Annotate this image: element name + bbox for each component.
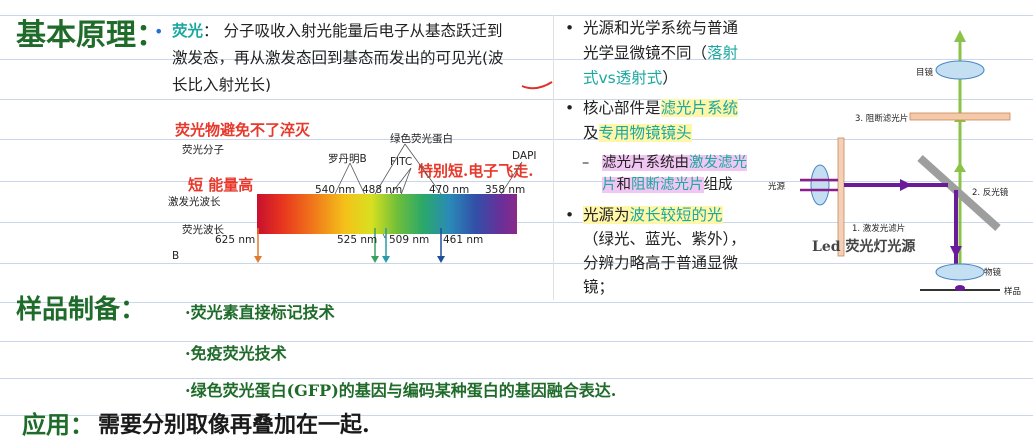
specimen-label: 样品 bbox=[1004, 287, 1022, 297]
fluorescence-term: 荧光 bbox=[172, 22, 204, 40]
principle-heading: 基本原理： bbox=[16, 18, 166, 53]
eyepiece-label: 目镜 bbox=[916, 68, 934, 78]
bullet-dot: • bbox=[154, 22, 164, 41]
definition-line1: 分子吸收入射光能量后电子从基态跃迁到 bbox=[223, 22, 503, 40]
em-525: 525 nm bbox=[337, 234, 378, 246]
barrier-filter-label: 3. 阻断滤光片 bbox=[855, 114, 909, 124]
led-note: Led 荧光灯光源 bbox=[812, 239, 916, 255]
em-461: 461 nm bbox=[443, 234, 484, 246]
sample-item-1: ·荧光素直接标记技术 bbox=[185, 303, 335, 322]
microscope-diagram: 目镜 3. 阻断滤光片 2. 反光镜 光源 1. 激发光滤片 物镜 样品 Led… bbox=[760, 20, 1030, 300]
light-source-label: 光源 bbox=[768, 182, 786, 192]
spectrum-figure: 荧光分子 绿色荧光蛋白 罗丹明B FITC DAPI 540 nm 488 nm… bbox=[165, 128, 550, 268]
fluorescence-definition: 荧光： 分子吸收入射光能量后电子从基态跃迁到 激发态，再从激发态回到基态而发出的… bbox=[172, 22, 504, 94]
figure-label-b: B bbox=[172, 250, 180, 262]
exciter-filter-label: 1. 激发光滤片 bbox=[852, 224, 906, 234]
application-text: 需要分别取像再叠加在一起. bbox=[98, 412, 370, 438]
objective-label: 物镜 bbox=[984, 268, 1002, 278]
red-underline-mark bbox=[521, 81, 553, 90]
em-509: 509 nm bbox=[389, 234, 430, 246]
em-625: 625 nm bbox=[215, 234, 256, 246]
emission-arrows bbox=[254, 228, 445, 263]
dichroic-label: 2. 反光镜 bbox=[972, 188, 1009, 198]
definition-line2: 激发态，再从激发态回到基态而发出的可见光(波 bbox=[172, 49, 504, 67]
notes-page: 基本原理： • 荧光： 分子吸收入射光能量后电子从基态跃迁到 激发态，再从激发态… bbox=[0, 0, 1033, 444]
column-divider bbox=[553, 15, 554, 300]
microscope-svg bbox=[800, 30, 1011, 291]
definition-line3: 长比入射光长) bbox=[172, 76, 272, 94]
sample-item-2: ·免疫荧光技术 bbox=[185, 344, 287, 363]
application-heading: 应用： bbox=[22, 410, 94, 439]
sample-prep-heading: 样品制备： bbox=[16, 295, 147, 325]
sample-item-3: ·绿色荧光蛋白(GFP)的基因与编码某种蛋白的基因融合表达. bbox=[185, 381, 617, 400]
